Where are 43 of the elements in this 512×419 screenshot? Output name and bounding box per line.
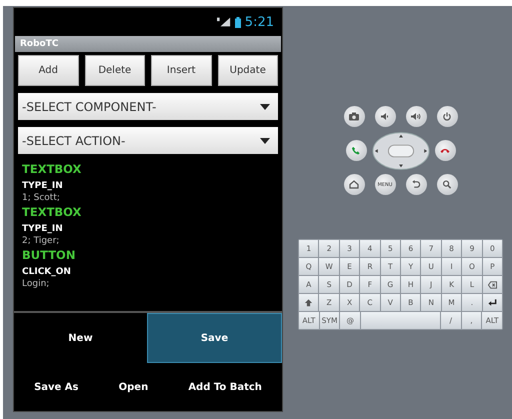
action-name: CLICK_ON xyxy=(22,267,72,277)
delete-key[interactable] xyxy=(482,276,502,293)
caret-icon xyxy=(260,104,270,110)
menu-item[interactable]: Add To Batch xyxy=(184,382,266,392)
back-icon[interactable] xyxy=(406,174,426,195)
action-params: 1; Scott; xyxy=(22,193,61,203)
action-button[interactable]: Update xyxy=(218,55,278,86)
component-type: BUTTON xyxy=(22,248,76,262)
action-name: TYPE_IN xyxy=(22,181,64,191)
component-type: TEXTBOX xyxy=(22,205,82,219)
caret-icon xyxy=(260,138,270,144)
action-button[interactable]: Insert xyxy=(151,55,212,86)
enter-key[interactable] xyxy=(482,294,502,311)
signal-icon xyxy=(216,17,231,27)
camera-icon[interactable] xyxy=(344,106,364,127)
volume-down-icon[interactable] xyxy=(374,106,396,127)
home-icon[interactable] xyxy=(344,174,364,195)
action-params: Login; xyxy=(22,279,50,289)
action-button[interactable]: Delete xyxy=(84,55,145,86)
action-params: 2; Tiger; xyxy=(22,236,60,246)
power-icon[interactable] xyxy=(436,106,458,127)
shift-icon xyxy=(304,298,314,306)
menu-item[interactable]: Open xyxy=(114,382,152,392)
dpad[interactable] xyxy=(372,130,430,170)
action-button[interactable]: Add xyxy=(18,55,78,86)
call-icon[interactable] xyxy=(346,140,366,161)
dropdown[interactable]: -SELECT ACTION- xyxy=(18,127,278,154)
battery-icon xyxy=(234,16,241,28)
backspace-icon xyxy=(488,280,497,288)
search-icon[interactable] xyxy=(436,174,458,195)
volume-up-icon[interactable] xyxy=(406,106,426,127)
dropdown-value: -SELECT COMPONENT- xyxy=(22,100,156,114)
dropdown-value: -SELECT ACTION- xyxy=(22,134,126,148)
menu-item[interactable]: Save As xyxy=(30,382,82,392)
tab[interactable]: Save xyxy=(147,313,282,363)
app-title: RoboTC xyxy=(20,39,58,49)
component-type: TEXTBOX xyxy=(22,162,82,176)
end-call-icon[interactable] xyxy=(434,140,456,161)
clock-time: 5:21 xyxy=(244,14,274,30)
action-name: TYPE_IN xyxy=(22,224,64,234)
enter-icon xyxy=(488,298,497,306)
shift-key[interactable] xyxy=(299,294,318,311)
dropdown[interactable]: -SELECT COMPONENT- xyxy=(18,93,278,120)
